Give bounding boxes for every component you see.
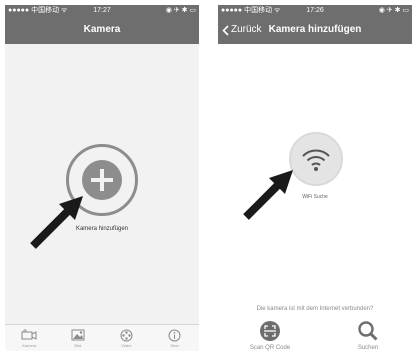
main-content: Kamera hinzufügen Kamera Bild Video Über <box>5 44 199 351</box>
scan-qr-code-button[interactable]: Scan QR Code <box>242 320 298 351</box>
search-icon <box>358 321 378 341</box>
left-phone-screen: ●●●●● 中国移动 ᯤ 17:27 ◉ ✈ ✱ ▭ Kamera Kamera… <box>5 5 199 351</box>
film-reel-icon <box>120 328 133 342</box>
tab-bild[interactable]: Bild <box>54 325 103 351</box>
search-label: Suchen <box>357 345 379 351</box>
status-bar: ●●●●● 中国移动 ᯤ 17:26 ◉ ✈ ✱ ▭ <box>218 5 412 16</box>
camera-icon <box>21 328 37 342</box>
status-indicators: ◉ ✈ ✱ ▭ <box>165 7 196 14</box>
navigation-bar: Kamera <box>5 16 199 44</box>
right-phone-screen: ●●●●● 中国移动 ᯤ 17:26 ◉ ✈ ✱ ▭ Zurück Kamera… <box>218 5 412 351</box>
qr-scan-icon <box>260 321 280 341</box>
pointer-arrow-icon <box>30 196 83 249</box>
pointer-arrow-icon <box>243 170 293 220</box>
main-content: WiFi Suche Die kamera ist mit dem Intern… <box>218 44 412 351</box>
nav-title: Kamera <box>83 24 121 35</box>
wifi-search-button[interactable] <box>289 132 343 186</box>
tab-label: Über <box>170 343 180 348</box>
navigation-bar: Zurück Kamera hinzufügen <box>218 16 412 44</box>
tab-ueber[interactable]: Über <box>151 325 200 351</box>
tab-video[interactable]: Video <box>102 325 151 351</box>
search-button[interactable]: Suchen <box>340 320 396 351</box>
internet-connected-question: Die kamera ist mit dem Internet verbunde… <box>256 306 374 312</box>
tab-label: Bild <box>74 343 82 348</box>
info-icon <box>168 328 181 342</box>
status-bar: ●●●●● 中国移动 ᯤ 17:27 ◉ ✈ ✱ ▭ <box>5 5 199 16</box>
nav-title: Kamera hinzufügen <box>268 24 362 35</box>
tab-kamera[interactable]: Kamera <box>5 325 54 351</box>
scan-qr-code-label: Scan QR Code <box>249 345 291 351</box>
status-indicators: ◉ ✈ ✱ ▭ <box>378 7 409 14</box>
tab-label: Video <box>121 343 132 348</box>
image-icon <box>71 328 85 342</box>
tab-bar: Kamera Bild Video Über <box>5 324 199 351</box>
tab-label: Kamera <box>22 343 37 348</box>
wifi-icon <box>302 149 330 171</box>
